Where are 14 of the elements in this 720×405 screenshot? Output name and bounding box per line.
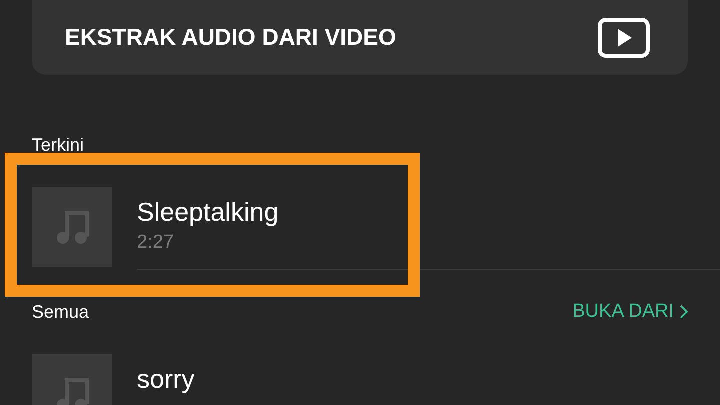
track-row[interactable]: sorry <box>0 354 720 405</box>
track-row[interactable]: Sleeptalking 2:27 <box>0 187 720 270</box>
chevron-right-icon <box>680 305 688 319</box>
track-title: sorry <box>137 364 196 394</box>
track-title: Sleeptalking <box>137 197 280 227</box>
card-label: EKSTRAK AUDIO DARI VIDEO <box>65 23 396 52</box>
extract-card[interactable]: EKSTRAK AUDIO DARI VIDEO <box>32 0 688 75</box>
section-title: Terkini <box>32 134 84 156</box>
open-from-button[interactable]: BUKA DARI <box>572 298 688 326</box>
track-duration: 2:27 <box>137 232 175 254</box>
music-note-icon <box>55 376 89 405</box>
section-title: Semua <box>32 300 90 324</box>
music-note-icon <box>55 209 89 245</box>
play-icon <box>598 18 650 58</box>
